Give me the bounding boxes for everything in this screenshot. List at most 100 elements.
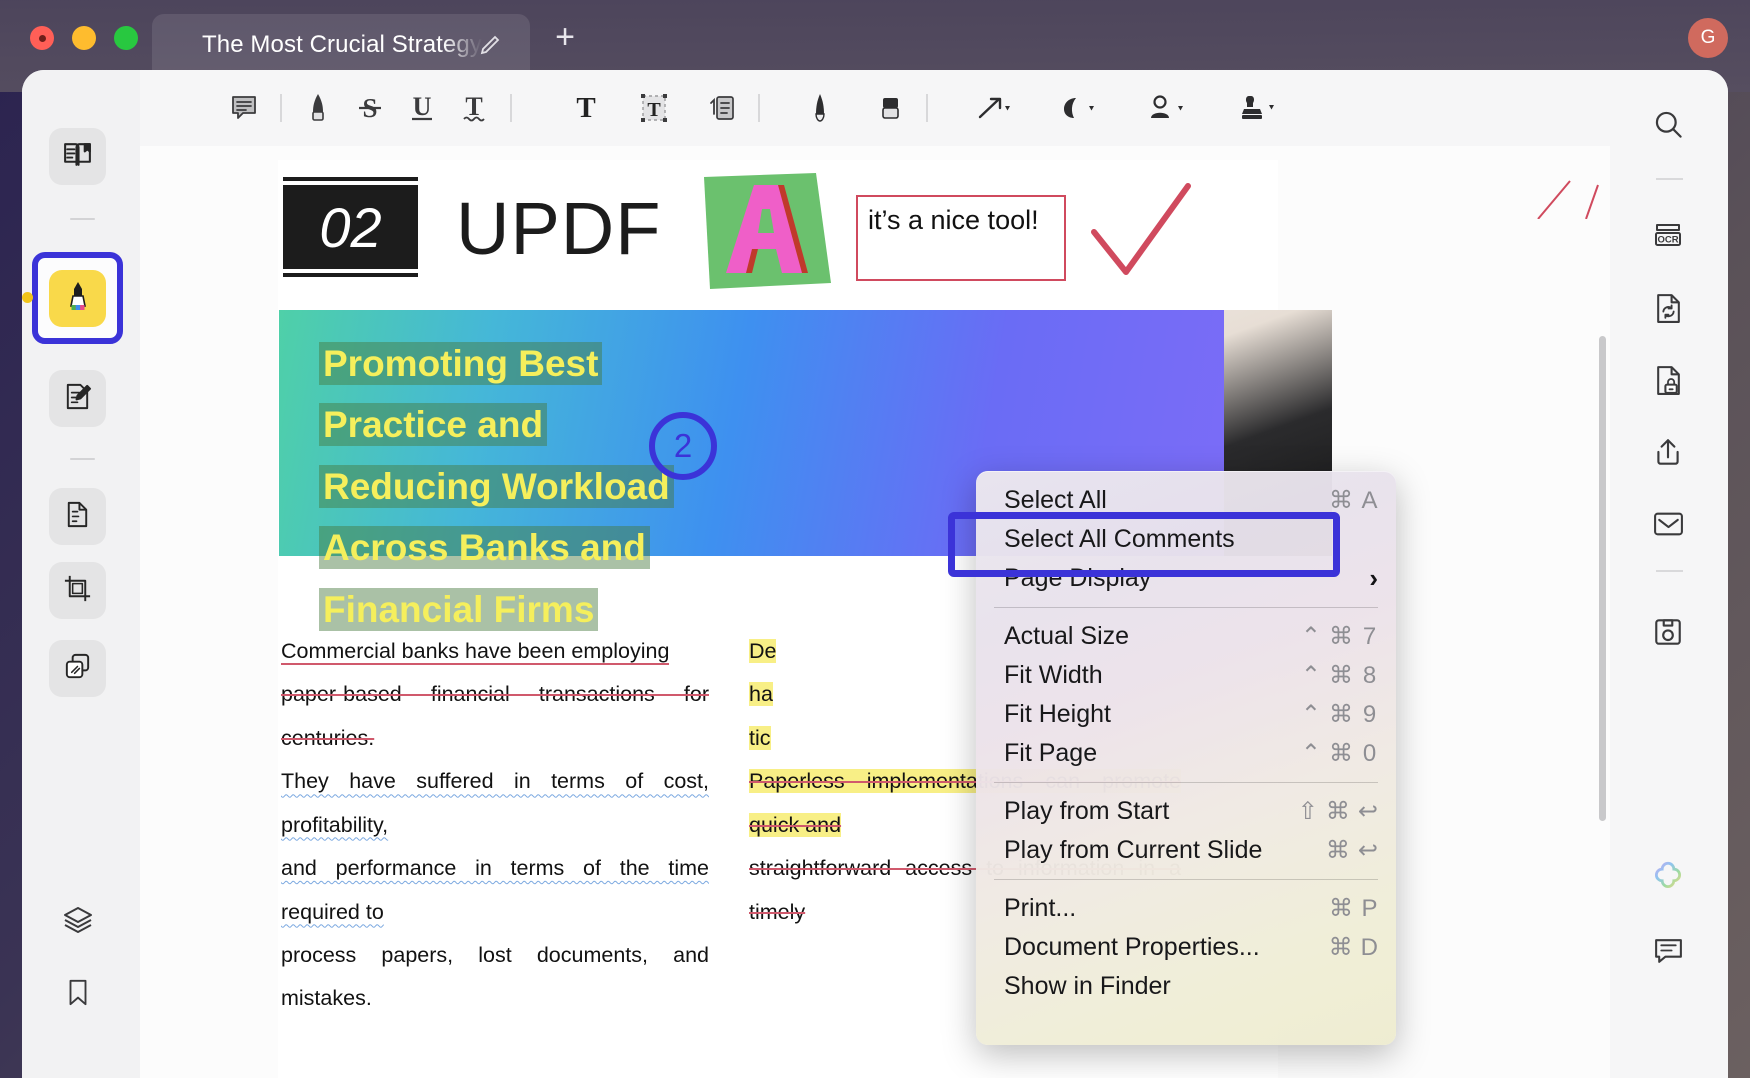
menu-item-actual-size[interactable]: Actual Size ⌃⌘7 xyxy=(976,617,1396,656)
letter-a-stamp-annotation[interactable] xyxy=(696,171,836,289)
sidebar-item-edit-pdf[interactable] xyxy=(49,370,106,427)
annotation-toolbar: S U T T T xyxy=(140,70,1610,146)
chevron-right-icon: › xyxy=(1369,563,1378,594)
hero-line: Promoting Best xyxy=(319,342,602,385)
sidebar-item-convert[interactable] xyxy=(49,640,106,697)
app-window: 1 S U xyxy=(22,70,1728,1078)
search-icon[interactable] xyxy=(1642,98,1694,150)
menu-item-select-all[interactable]: Select All ⌘A xyxy=(976,481,1396,520)
sidebar-item-layers[interactable] xyxy=(49,894,106,951)
pencil-icon[interactable] xyxy=(478,33,502,57)
sidebar-item-comment[interactable] xyxy=(49,270,106,327)
menu-item-shortcut: ⇧⌘↩ xyxy=(1298,797,1378,826)
comment-highlighter-icon xyxy=(61,279,95,318)
sidebar-item-organize-pages[interactable] xyxy=(49,488,106,545)
menu-item-fit-width[interactable]: Fit Width ⌃⌘8 xyxy=(976,656,1396,695)
menu-divider-1 xyxy=(994,607,1378,608)
menu-item-shortcut: ⌘P xyxy=(1329,894,1378,923)
menu-item-select-all-comments[interactable]: Select All Comments xyxy=(976,520,1396,559)
menu-item-print[interactable]: Print... ⌘P xyxy=(976,889,1396,928)
highlight-icon[interactable] xyxy=(292,82,344,134)
check-mark-icon[interactable] xyxy=(1088,180,1198,290)
sidebar-item-bookmark[interactable] xyxy=(49,966,106,1023)
comments-panel-icon[interactable] xyxy=(1642,924,1694,976)
text-callout-icon[interactable]: T xyxy=(628,82,680,134)
right-sidebar: OCR xyxy=(1610,70,1728,1078)
ink-shape-icon[interactable] xyxy=(1044,82,1114,134)
toolbar-divider-3 xyxy=(758,94,760,122)
signature-icon[interactable] xyxy=(1130,82,1204,134)
pencil-draw-icon[interactable] xyxy=(794,82,846,134)
menu-divider-2 xyxy=(994,782,1378,783)
hero-title: Promoting Best Practice and Reducing Wor… xyxy=(319,333,839,640)
context-menu[interactable]: Select All ⌘A Select All Comments Page D… xyxy=(976,471,1396,1045)
menu-item-document-properties[interactable]: Document Properties... ⌘D xyxy=(976,928,1396,967)
body-line: They have suffered in terms of cost, pro… xyxy=(281,769,709,836)
hero-line: Financial Firms xyxy=(319,588,598,631)
traffic-lights xyxy=(30,26,138,50)
avatar[interactable]: G xyxy=(1688,18,1728,58)
email-icon[interactable] xyxy=(1642,498,1694,550)
sticky-note-icon[interactable] xyxy=(218,82,270,134)
arrow-shape-icon[interactable] xyxy=(958,82,1028,134)
toolbar-divider-2 xyxy=(510,94,512,122)
menu-item-fit-height[interactable]: Fit Height ⌃⌘9 xyxy=(976,695,1396,734)
save-icon[interactable] xyxy=(1642,606,1694,658)
underline-icon[interactable]: U xyxy=(396,82,448,134)
brand-wordmark: UPDF xyxy=(456,186,661,271)
stamp-icon[interactable] xyxy=(1220,82,1294,134)
hero-line: Reducing Workload xyxy=(319,465,674,508)
menu-item-label: Document Properties... xyxy=(1004,933,1260,962)
document-viewport[interactable]: 02 UPDF it’s a nice tool! xyxy=(140,146,1610,1078)
document-tab[interactable]: The Most Crucial Strategy xyxy=(152,14,530,76)
menu-item-shortcut: ⌃⌘8 xyxy=(1301,661,1378,690)
menu-item-play-from-current-slide[interactable]: Play from Current Slide ⌘↩ xyxy=(976,831,1396,870)
menu-item-play-from-start[interactable]: Play from Start ⇧⌘↩ xyxy=(976,792,1396,831)
document-tab-title: The Most Crucial Strategy xyxy=(202,31,482,59)
strikethrough-icon[interactable]: S xyxy=(344,82,396,134)
callout-text: it’s a nice tool! xyxy=(868,205,1039,235)
toolbar-divider-1 xyxy=(280,94,282,122)
left-sidebar xyxy=(22,70,140,1078)
menu-divider-3 xyxy=(994,879,1378,880)
protect-document-icon[interactable] xyxy=(1642,354,1694,406)
menu-item-fit-page[interactable]: Fit Page ⌃⌘0 xyxy=(976,734,1396,773)
menu-item-label: Play from Current Slide xyxy=(1004,836,1262,865)
svg-text:OCR: OCR xyxy=(1657,235,1678,246)
menu-item-shortcut: ⌃⌘7 xyxy=(1301,622,1378,651)
convert-pdf-icon xyxy=(62,651,93,687)
crop-page-icon xyxy=(62,573,93,609)
maximize-window-button[interactable] xyxy=(114,26,138,50)
svg-text:T: T xyxy=(576,93,595,123)
text-comment-icon[interactable] xyxy=(696,82,748,134)
edit-pdf-icon xyxy=(62,381,93,417)
sidebar-divider-2 xyxy=(70,458,95,460)
menu-item-label: Page Display xyxy=(1004,564,1151,593)
minimize-window-button[interactable] xyxy=(72,26,96,50)
ai-assistant-icon[interactable] xyxy=(1642,850,1694,902)
body-line: and performance in terms of the time req… xyxy=(281,856,709,923)
body-line: Commercial banks have been employing xyxy=(281,639,669,665)
sidebar-item-crop[interactable] xyxy=(49,562,106,619)
new-tab-button[interactable]: + xyxy=(548,22,582,56)
menu-item-page-display[interactable]: Page Display › xyxy=(976,559,1396,598)
menu-item-shortcut: ⌘A xyxy=(1329,486,1378,515)
close-window-button[interactable] xyxy=(30,26,54,50)
menu-item-show-in-finder[interactable]: Show in Finder xyxy=(976,967,1396,1006)
ocr-icon[interactable]: OCR xyxy=(1642,210,1694,262)
eraser-icon[interactable] xyxy=(864,82,916,134)
vertical-scrollbar[interactable] xyxy=(1599,336,1606,821)
squiggly-underline-icon[interactable]: T xyxy=(448,82,500,134)
menu-item-label: Play from Start xyxy=(1004,797,1169,826)
organize-pages-icon xyxy=(62,499,93,535)
body-text-left-column: Commercial banks have been employing pap… xyxy=(281,630,709,1021)
right-divider-1 xyxy=(1656,178,1683,180)
sidebar-item-reader[interactable] xyxy=(49,128,106,185)
share-icon[interactable] xyxy=(1642,426,1694,478)
menu-item-label: Select All Comments xyxy=(1004,525,1235,554)
menu-item-label: Fit Width xyxy=(1004,661,1103,690)
batch-convert-icon[interactable] xyxy=(1642,282,1694,334)
menu-item-label: Print... xyxy=(1004,894,1076,923)
text-box-icon[interactable]: T xyxy=(560,82,612,134)
text-callout-annotation[interactable]: it’s a nice tool! xyxy=(856,195,1066,281)
